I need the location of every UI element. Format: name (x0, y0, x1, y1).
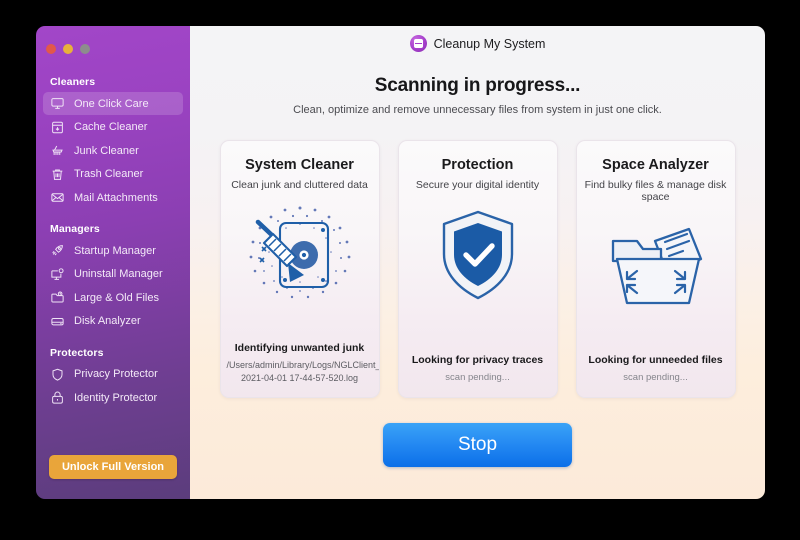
folder-expand-icon (603, 217, 709, 317)
card-protection[interactable]: Protection Secure your digital identity … (397, 140, 558, 398)
trash-icon (50, 167, 65, 182)
sidebar-item-label: Cache Cleaner (74, 121, 148, 133)
scan-cards: System Cleaner Clean junk and cluttered … (219, 140, 736, 398)
card-subtitle: Clean junk and cluttered data (231, 179, 368, 191)
sidebar-item-label: Mail Attachments (74, 191, 158, 204)
lock-icon (50, 390, 65, 405)
sidebar-item-one-click-care[interactable]: One Click Care (43, 92, 183, 115)
sidebar-item-label: Startup Manager (74, 244, 156, 257)
window-traffic-lights (36, 36, 190, 54)
unlock-full-version-button[interactable]: Unlock Full Version (48, 455, 178, 479)
sidebar-item-identity-protector[interactable]: Identity Protector (43, 386, 183, 409)
sidebar-item-privacy-protector[interactable]: Privacy Protector (43, 363, 183, 386)
broom-icon (50, 143, 65, 158)
sidebar-item-disk-analyzer[interactable]: Disk Analyzer (43, 310, 183, 333)
sidebar-item-label: One Click Care (74, 97, 149, 110)
card-footer: Looking for privacy traces scan pending.… (399, 354, 557, 385)
monitor-badge-icon (50, 267, 65, 282)
sidebar-section-title-managers: Managers (50, 223, 100, 235)
sidebar-item-label: Junk Cleaner (74, 144, 139, 157)
sidebar-item-cache-cleaner[interactable]: Cache Cleaner (43, 116, 183, 139)
page-title: Scanning in progress... (374, 75, 581, 96)
envelope-icon (50, 190, 65, 205)
sidebar-group-managers: Managers Startup Manager Uninstall Manag… (36, 223, 190, 333)
sidebar-item-startup-manager[interactable]: Startup Manager (43, 239, 183, 262)
sidebar-group-cleaners: Cleaners One Click Care Cache Cleaner Ju… (36, 76, 190, 209)
folder-clock-icon (50, 290, 65, 305)
sidebar-item-label: Privacy Protector (74, 368, 158, 380)
sidebar-item-mail-attachments[interactable]: Mail Attachments (43, 186, 183, 209)
sidebar-item-label: Uninstall Manager (74, 268, 163, 280)
card-system-cleaner[interactable]: System Cleaner Clean junk and cluttered … (219, 140, 380, 398)
card-status: Looking for privacy traces (411, 354, 544, 367)
card-status: Identifying unwanted junk (234, 341, 365, 354)
card-detail: scan pending... (445, 372, 510, 384)
sidebar-item-label: Large & Old Files (74, 291, 159, 304)
page-subtitle: Clean, optimize and remove unnecessary f… (293, 104, 662, 116)
rocket-icon (50, 243, 65, 258)
sidebar-item-junk-cleaner[interactable]: Junk Cleaner (43, 139, 183, 162)
sidebar-item-large-and-old-files[interactable]: Large & Old Files (43, 286, 183, 309)
shield-check-icon (432, 205, 524, 305)
app-logo-icon (409, 35, 427, 52)
card-detail: scan pending... (623, 372, 688, 384)
minimize-button[interactable] (63, 44, 73, 54)
main-content: Cleanup My System Scanning in progress..… (190, 26, 765, 499)
shield-icon (50, 367, 65, 382)
sidebar-item-label: Disk Analyzer (74, 315, 141, 327)
sidebar-item-label: Identity Protector (74, 391, 158, 404)
card-space-analyzer[interactable]: Space Analyzer Find bulky files & manage… (575, 140, 736, 398)
card-detail: /Users/admin/Library/Logs/NGLClient_Illu… (226, 359, 380, 383)
card-footer: Looking for unneeded files scan pending.… (577, 354, 735, 385)
sidebar-section-title-cleaners: Cleaners (50, 76, 96, 88)
sidebar-group-protectors: Protectors Privacy Protector Identity Pr… (36, 347, 190, 410)
sidebar: Cleaners One Click Care Cache Cleaner Ju… (36, 26, 190, 499)
sidebar-section-title-protectors: Protectors (50, 346, 104, 359)
card-title: Space Analyzer (602, 157, 709, 173)
disk-icon (50, 314, 65, 329)
card-subtitle: Find bulky files & manage disk space (584, 179, 727, 203)
disk-broom-scanning-icon (241, 205, 359, 305)
brand-title: Cleanup My System (433, 36, 546, 51)
sidebar-item-trash-cleaner[interactable]: Trash Cleaner (43, 163, 183, 186)
screen: Cleaners One Click Care Cache Cleaner Ju… (0, 0, 800, 540)
monitor-icon (50, 96, 65, 111)
app-window: Cleaners One Click Care Cache Cleaner Ju… (36, 26, 765, 499)
stop-button[interactable]: Stop (383, 423, 572, 467)
close-button[interactable] (46, 44, 56, 54)
card-title: Protection (441, 157, 514, 173)
cache-box-icon (50, 120, 65, 135)
sidebar-item-label: Trash Cleaner (74, 168, 144, 180)
card-footer: Identifying unwanted junk /Users/admin/L… (221, 342, 379, 385)
card-status: Looking for unneeded files (588, 354, 723, 367)
card-title: System Cleaner (245, 157, 354, 173)
brand-bar: Cleanup My System (409, 35, 546, 52)
sidebar-item-uninstall-manager[interactable]: Uninstall Manager (43, 263, 183, 286)
unlock-section: Unlock Full Version (36, 455, 190, 479)
zoom-button[interactable] (80, 44, 90, 54)
card-subtitle: Secure your digital identity (415, 179, 540, 191)
